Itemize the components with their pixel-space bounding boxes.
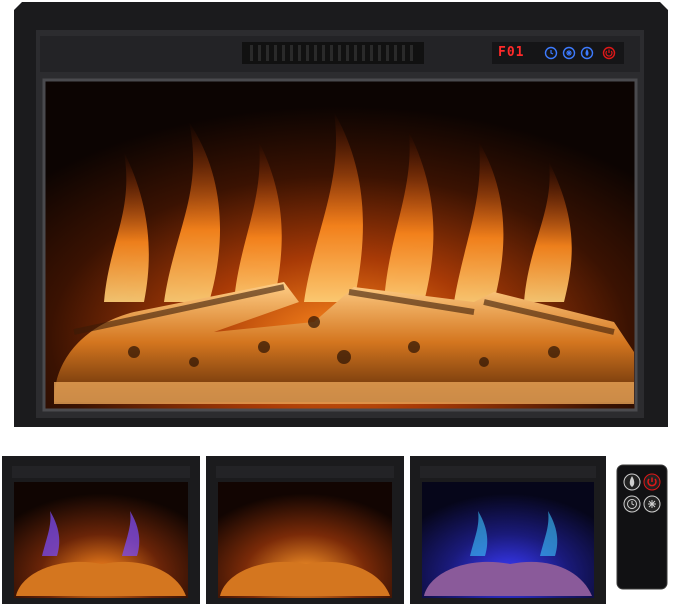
power-icon[interactable]	[602, 46, 616, 60]
snowflake-icon[interactable]	[562, 46, 576, 60]
control-panel: F01	[492, 42, 624, 64]
remote-power-icon	[643, 473, 661, 491]
timer-icon[interactable]	[544, 46, 558, 60]
remote-flame-icon	[623, 473, 641, 491]
remote-snowflake-icon	[643, 495, 661, 513]
variant-thumbnail-1[interactable]	[2, 456, 200, 604]
variant-thumbnail-2[interactable]	[206, 456, 404, 604]
flame-icon[interactable]	[580, 46, 594, 60]
variant-thumbnail-3[interactable]	[410, 456, 606, 604]
main-fireplace: F01	[14, 2, 668, 427]
fireplace-illustration	[14, 2, 668, 427]
remote-control	[616, 464, 668, 590]
display-readout: F01	[498, 45, 525, 60]
remote-timer-icon	[623, 495, 641, 513]
